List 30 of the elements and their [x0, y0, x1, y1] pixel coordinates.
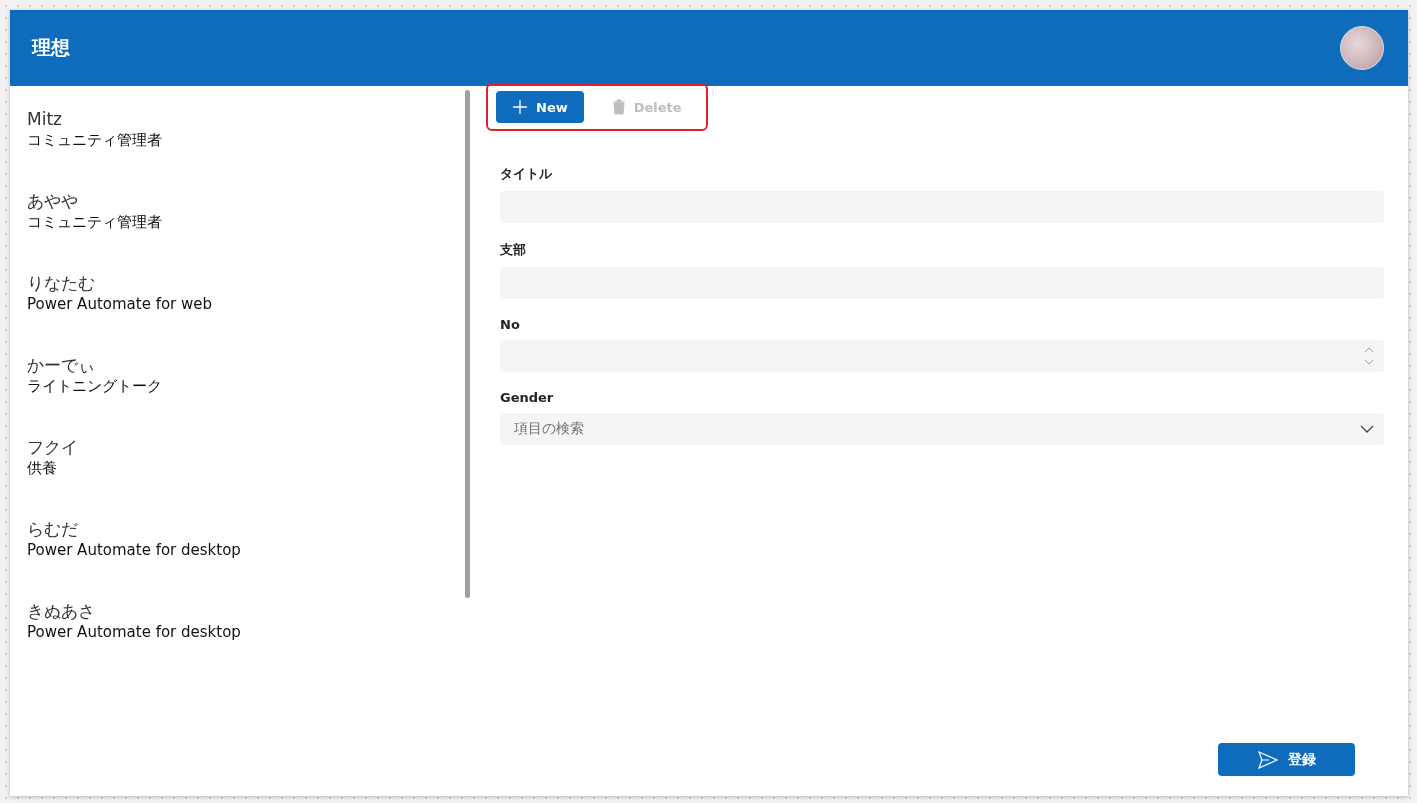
item-name[interactable]: Mitz	[27, 108, 448, 130]
field-label: Gender	[500, 390, 555, 405]
chevron-down-icon	[1360, 425, 1374, 433]
new-button[interactable]: New	[496, 91, 584, 123]
item-name[interactable]: らむだ	[27, 518, 448, 540]
trash-icon	[611, 99, 626, 115]
item-subtitle: コミュニティ管理者	[27, 212, 163, 232]
dropdown-field[interactable]: 項目の検索	[500, 413, 1384, 445]
scrollbar-thumb[interactable]	[465, 90, 470, 598]
submit-button[interactable]: 登録	[1218, 743, 1355, 776]
plus-icon	[512, 99, 528, 115]
item-subtitle: Power Automate for desktop	[27, 540, 242, 560]
field-label: タイトル	[500, 165, 553, 183]
item-subtitle: ライトニングトーク	[27, 376, 163, 396]
avatar-photo[interactable]	[1340, 26, 1384, 70]
app-title: 理想	[32, 35, 70, 60]
item-subtitle: Power Automate for desktop	[27, 622, 242, 642]
item-name[interactable]: フクイ	[27, 436, 448, 458]
item-subtitle: コミュニティ管理者	[27, 130, 163, 150]
field-label: 支部	[500, 241, 527, 259]
item-name[interactable]: あやや	[27, 190, 448, 212]
spinner-icon[interactable]	[1364, 345, 1374, 367]
send-icon	[1257, 750, 1278, 769]
item-subtitle: Power Automate for web	[27, 294, 214, 314]
item-name[interactable]: かーでぃ	[27, 354, 448, 376]
number-field[interactable]	[500, 340, 1384, 372]
item-subtitle: 供養	[27, 458, 58, 478]
item-name[interactable]: きぬあさ	[27, 600, 448, 622]
field-label: No	[500, 317, 521, 332]
item-name[interactable]: りなたむ	[27, 272, 448, 294]
